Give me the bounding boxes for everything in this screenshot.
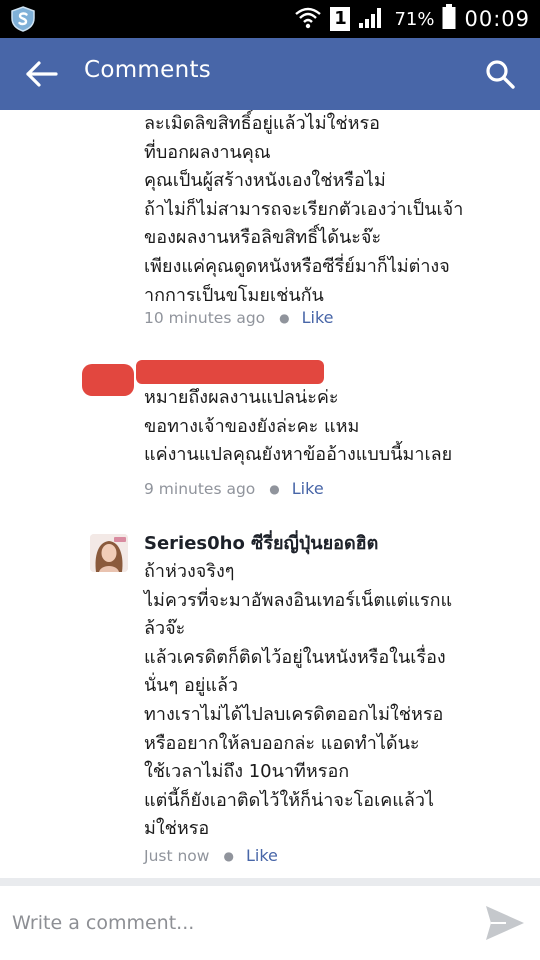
divider [0, 878, 540, 886]
signal-icon [358, 5, 386, 33]
separator-dot: ● [223, 848, 234, 863]
comments-list[interactable]: ละเมิดลิขสิทธิ์อยู่แล้วไม่ใช่หรอ ที่บอกผ… [0, 110, 540, 878]
comment-text-line: ใช้เวลาไม่ถึง 10นาทีหรอก [144, 761, 350, 783]
comment-text-line: คุณเป็นผู้สร้างหนังเองใช่หรือไม่ [144, 170, 386, 192]
comment-text-line: ของผลงานหรือลิขสิทธิ์ได้นะจ๊ะ [144, 227, 382, 249]
comment-text-line: ถ้าไม่ก็ไม่สามารถจะเรียกตัวเองว่าเป็นเจ้… [144, 198, 464, 220]
back-arrow-icon [26, 61, 58, 87]
comment-text-line: แค่งานแปลคุณยังหาข้ออ้างแบบนี้มาเลย [144, 444, 453, 466]
comment-text-line: ทางเราไม่ได้ไปลบเครดิตออกไม่ใช่หรอ [144, 703, 444, 725]
app-bar: Comments [0, 38, 540, 110]
comment-text-line: ที่บอกผลงานคุณ [144, 141, 271, 163]
comment-text-line: ากการเป็นขโมยเช่นกัน [144, 284, 324, 306]
search-icon [486, 60, 515, 89]
comment-text-line: ถ้าห่วงจริงๆ [144, 561, 235, 582]
redacted-author-name [136, 360, 324, 384]
comment-text-line: ไม่ควรที่จะมาอัพลงอินเทอร์เน็ตแต่แรกแ [144, 589, 453, 611]
like-button[interactable]: Like [246, 846, 278, 865]
like-button[interactable]: Like [292, 479, 324, 498]
comment-meta: 10 minutes ago ● Like [144, 308, 334, 327]
comment-text-line: แต่นี้ก็ยังเอาติดไว้ให้ก็น่าจะโอเคแล้วไ [144, 789, 435, 811]
comment-input[interactable] [12, 906, 452, 940]
redacted-avatar [82, 364, 134, 396]
back-button[interactable] [24, 58, 60, 90]
comment-text-line: ละเมิดลิขสิทธิ์อยู่แล้วไม่ใช่หรอ [144, 113, 380, 134]
shield-icon [10, 6, 36, 36]
battery-icon [442, 4, 456, 34]
wifi-icon [294, 5, 322, 33]
comment-text-line: แล้วเครดิตก็ติดไว้อยู่ในหนังหรือในเรื่อง [144, 646, 446, 668]
comment-text-line: หมายถึงผลงานแปลน่ะค่ะ [144, 387, 339, 408]
separator-dot: ● [269, 481, 280, 496]
comment-text-line: ขอทางเจ้าของยังล่ะคะ แหม [144, 415, 360, 437]
battery-percent: 71% [394, 8, 435, 30]
comment-text-line: หรืออยากให้ลบออกล่ะ แอดทำได้นะ [144, 732, 420, 754]
comment-timestamp: Just now [144, 846, 210, 865]
sim-slot-indicator: 1 [330, 7, 351, 31]
comment-text-line: ม่ใช่หรอ [144, 818, 210, 840]
comment-composer [0, 886, 540, 960]
send-icon [486, 906, 524, 940]
comment-meta: 9 minutes ago ● Like [144, 479, 324, 498]
status-bar: 1 71% 00:09 [0, 0, 540, 38]
like-button[interactable]: Like [302, 308, 334, 327]
comment-timestamp: 9 minutes ago [144, 479, 256, 498]
separator-dot: ● [279, 310, 290, 325]
search-button[interactable] [484, 58, 516, 90]
send-button[interactable] [484, 904, 526, 942]
comment-timestamp: 10 minutes ago [144, 308, 266, 327]
comment-meta: Just now ● Like [144, 846, 278, 865]
clock: 00:09 [464, 7, 530, 31]
page-title: Comments [84, 57, 212, 83]
comment-text-line: นั่นๆ อยู่แล้ว [144, 675, 239, 697]
avatar[interactable] [90, 534, 128, 572]
comment-text-line: ล้วจ๊ะ [144, 618, 186, 640]
comment-author[interactable]: Series0ho ซีรี่ยญี่ปุ่นยอดฮิต [144, 530, 452, 558]
comment-text-line: เพียงแค่คุณดูดหนังหรือซีรี่ย์มาก็ไม่ต่าง… [144, 255, 450, 277]
